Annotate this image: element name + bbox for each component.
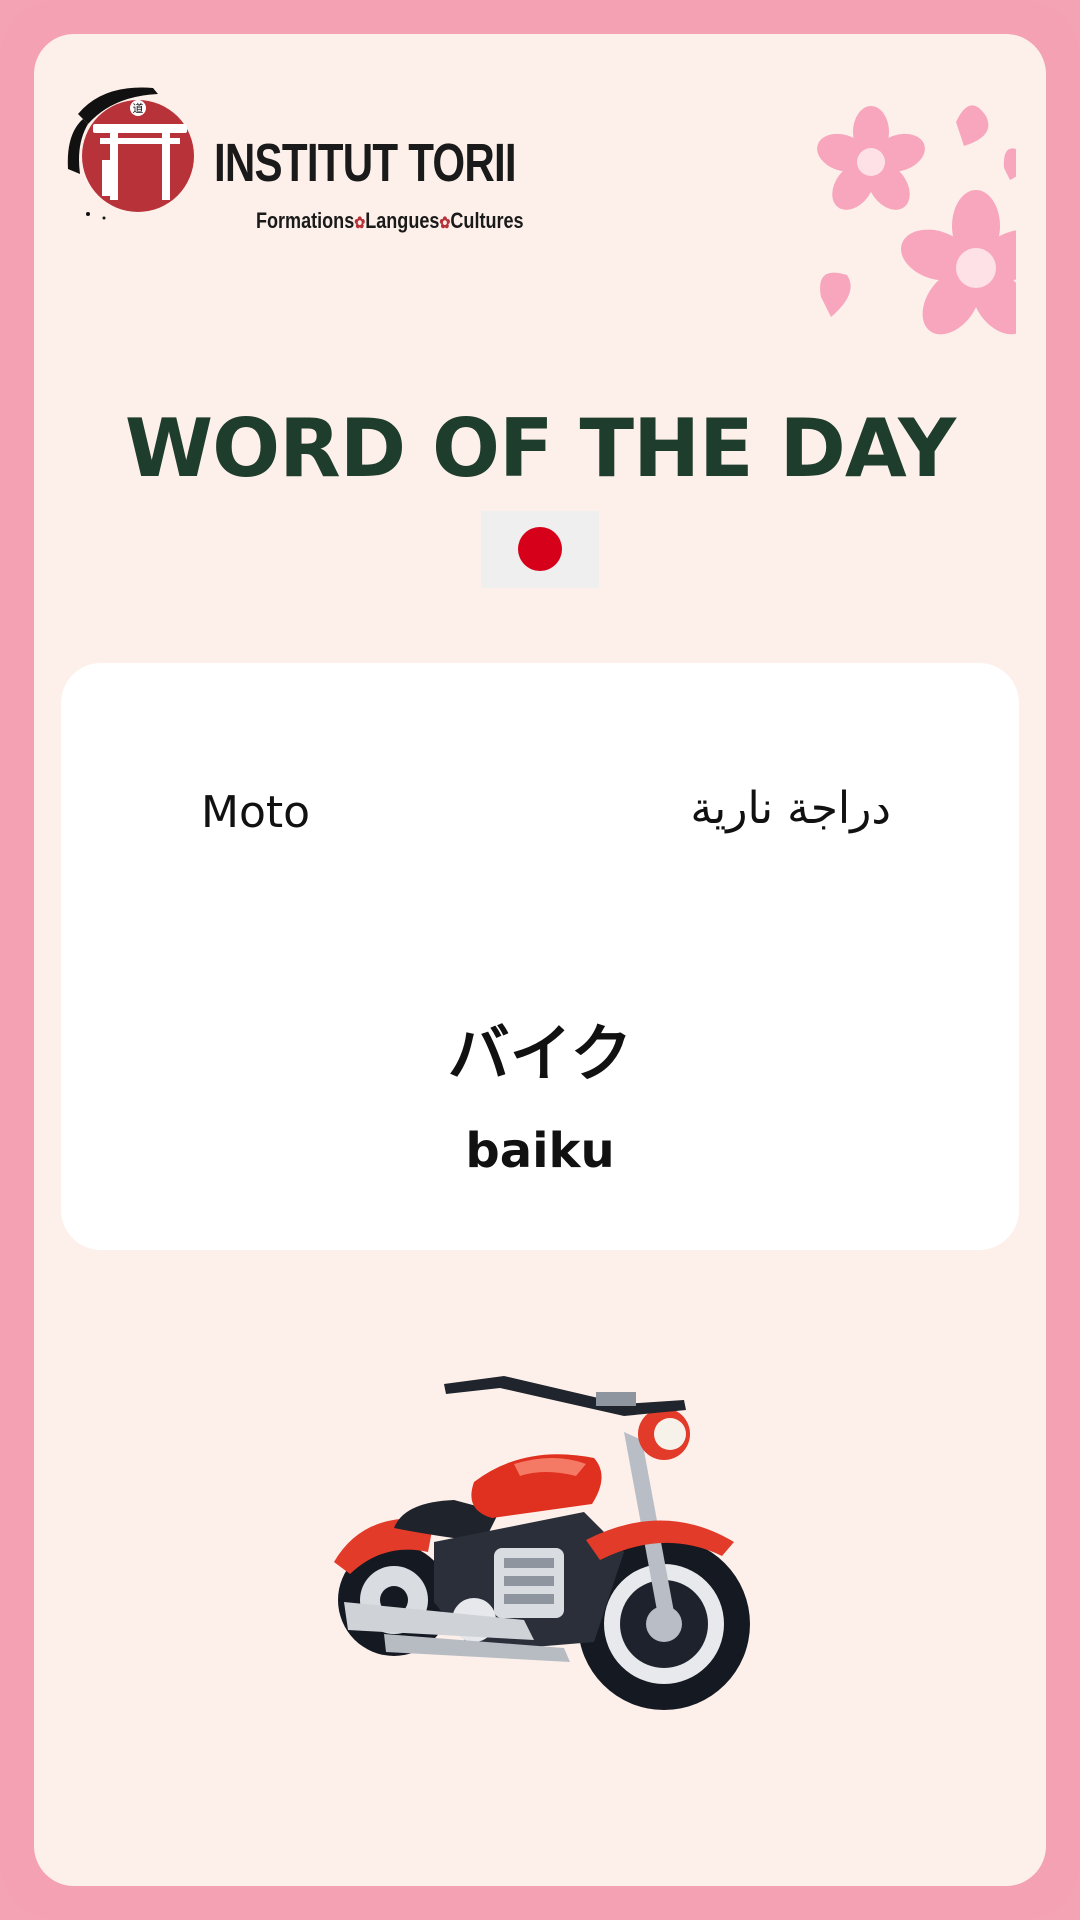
- flower-separator-icon: ✿: [439, 215, 451, 232]
- torii-gate-icon: 道: [67, 87, 194, 220]
- page-title: WORD OF THE DAY: [124, 402, 956, 495]
- page-content: 道 INSTITUT TORII Formations✿Langues✿Cult…: [34, 34, 1046, 1886]
- brand-name: INSTITUT TORII: [214, 133, 517, 193]
- tagline-formations: Formations: [256, 208, 355, 233]
- svg-text:道: 道: [133, 101, 144, 115]
- brand-tagline: Formations✿Langues✿Cultures: [256, 210, 524, 232]
- tagline-cultures: Cultures: [450, 208, 524, 233]
- word-japanese: バイク: [447, 1017, 633, 1090]
- motorcycle-icon: [334, 1376, 750, 1710]
- institut-torii-logo: 道 INSTITUT TORII Formations✿Langues✿Cult…: [58, 74, 524, 232]
- word-card: Moto دراجة نارية バイク baiku: [61, 663, 1019, 1250]
- tagline-langues: Langues: [365, 208, 440, 233]
- flower-separator-icon: ✿: [354, 215, 366, 232]
- word-arabic: دراجة نارية: [690, 783, 891, 834]
- word-romaji: baiku: [465, 1123, 615, 1179]
- page-frame: 道 INSTITUT TORII Formations✿Langues✿Cult…: [0, 0, 1080, 1920]
- flag-sun-disc: [518, 527, 562, 571]
- japan-flag-icon: [481, 511, 599, 588]
- cherry-blossom-icon: [817, 105, 1016, 335]
- word-french: Moto: [201, 787, 311, 838]
